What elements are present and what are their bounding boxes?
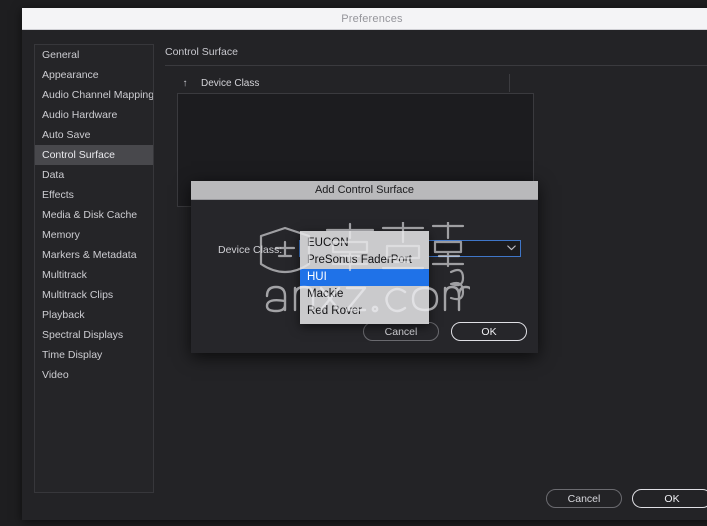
sidebar-item-label: Auto Save	[42, 129, 91, 141]
sidebar-item-multitrack-clips[interactable]: Multitrack Clips	[35, 285, 153, 305]
sidebar-item-label: Spectral Displays	[42, 329, 124, 341]
dropdown-option-label: HUI	[307, 271, 327, 283]
sidebar-item-label: Data	[42, 169, 65, 181]
dropdown-option-hui[interactable]: HUI	[300, 269, 429, 286]
sidebar-item-label: Appearance	[42, 69, 99, 81]
sidebar-item-general[interactable]: General	[35, 45, 153, 65]
sidebar-item-playback[interactable]: Playback	[35, 305, 153, 325]
dropdown-option-eucon[interactable]: EUCON	[300, 235, 429, 252]
sidebar-item-audio-hardware[interactable]: Audio Hardware	[35, 105, 153, 125]
pane-heading: Control Surface	[165, 46, 238, 58]
dropdown-option-label: Mackie	[307, 288, 344, 300]
sidebar-item-auto-save[interactable]: Auto Save	[35, 125, 153, 145]
chevron-down-icon[interactable]	[502, 244, 520, 253]
sidebar-item-label: Audio Channel Mapping	[42, 89, 153, 101]
sidebar-item-video[interactable]: Video	[35, 365, 153, 385]
sidebar-item-appearance[interactable]: Appearance	[35, 65, 153, 85]
cancel-button[interactable]: Cancel	[546, 489, 622, 508]
column-resize-handle[interactable]	[509, 74, 510, 92]
sidebar-item-label: Multitrack Clips	[42, 289, 114, 301]
sidebar-item-markers-metadata[interactable]: Markers & Metadata	[35, 245, 153, 265]
dropdown-option-red-rover[interactable]: Red Rover	[300, 303, 429, 320]
sidebar-item-effects[interactable]: Effects	[35, 185, 153, 205]
dialog-cancel-button[interactable]: Cancel	[363, 322, 439, 341]
sidebar-item-memory[interactable]: Memory	[35, 225, 153, 245]
sidebar-item-media-disk-cache[interactable]: Media & Disk Cache	[35, 205, 153, 225]
preferences-titlebar[interactable]: Preferences	[22, 8, 707, 30]
sidebar-item-label: General	[42, 49, 80, 61]
sidebar-item-control-surface[interactable]: Control Surface	[35, 145, 153, 165]
sidebar-item-label: Multitrack	[42, 269, 87, 281]
sidebar-item-spectral-displays[interactable]: Spectral Displays	[35, 325, 153, 345]
dropdown-option-mackie[interactable]: Mackie	[300, 286, 429, 303]
column-header-device-class[interactable]: Device Class	[193, 78, 509, 89]
pane-divider	[165, 65, 707, 66]
device-table-header: ↑ Device Class	[177, 74, 510, 92]
device-class-label: Device Class:	[218, 244, 283, 256]
sidebar-item-label: Effects	[42, 189, 74, 201]
dropdown-option-label: PreSonus FaderPort	[307, 254, 412, 266]
dropdown-option-presonus-faderport[interactable]: PreSonus FaderPort	[300, 252, 429, 269]
sidebar-item-time-display[interactable]: Time Display	[35, 345, 153, 365]
sidebar-item-label: Audio Hardware	[42, 109, 118, 121]
sidebar-item-label: Video	[42, 369, 69, 381]
sidebar-item-label: Memory	[42, 229, 80, 241]
dialog-title: Add Control Surface	[314, 184, 415, 196]
sidebar-item-label: Media & Disk Cache	[42, 209, 138, 221]
page-title: Preferences	[341, 12, 403, 25]
device-class-dropdown-menu[interactable]: EUCON PreSonus FaderPort HUI Mackie Red Rove…	[300, 231, 429, 324]
dropdown-option-label: EUCON	[307, 237, 349, 249]
sidebar-item-label: Time Display	[42, 349, 103, 361]
ok-button[interactable]: OK	[632, 489, 707, 508]
sidebar-item-label: Markers & Metadata	[42, 249, 137, 261]
dropdown-option-label: Red Rover	[307, 305, 362, 317]
dialog-ok-button[interactable]: OK	[451, 322, 527, 341]
sidebar-item-data[interactable]: Data	[35, 165, 153, 185]
dialog-titlebar[interactable]: Add Control Surface	[191, 181, 538, 200]
sidebar-item-audio-channel-mapping[interactable]: Audio Channel Mapping	[35, 85, 153, 105]
sidebar-item-label: Control Surface	[42, 149, 115, 161]
sort-ascending-arrow-icon[interactable]: ↑	[177, 78, 193, 89]
preferences-category-list[interactable]: General Appearance Audio Channel Mapping Au…	[34, 44, 154, 493]
sidebar-item-label: Playback	[42, 309, 85, 321]
sidebar-item-multitrack[interactable]: Multitrack	[35, 265, 153, 285]
